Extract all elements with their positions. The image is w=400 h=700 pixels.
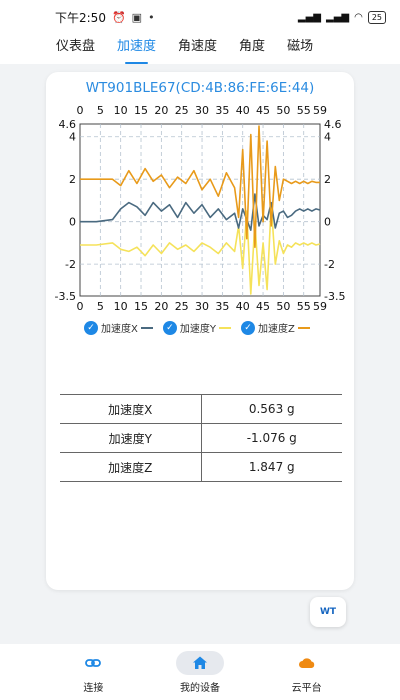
tab-angular-velocity[interactable]: 角速度 [178, 34, 217, 64]
reading-value: 0.563 g [201, 394, 342, 424]
checkbox-checked-icon: ✓ [162, 320, 177, 335]
device-title: WT901BLE67(CD:4B:86:FE:6E:44) [85, 80, 315, 96]
x-tick-label-bottom: 45 [256, 300, 270, 313]
plot-area [79, 123, 321, 297]
x-tick-label-bottom: 20 [154, 300, 168, 313]
notification-dot-icon: • [148, 10, 155, 24]
bottom-navigation: 连接 我的设备 云平台 [0, 644, 400, 700]
status-time: 下午2:50 [55, 10, 106, 25]
signal-icon: ▂▄▆ [297, 11, 321, 23]
legend-label-z: 加速度Z [257, 324, 295, 335]
status-left: 下午2:50 ⏰ ▣ • [55, 9, 155, 26]
nav-icon-container [283, 651, 331, 675]
tab-magnetic-field[interactable]: 磁场 [287, 34, 313, 64]
y-tick-label-right: 4.6 [324, 118, 342, 131]
legend-swatch-y [218, 326, 231, 329]
status-right: ▂▄▆ ▂▄▆ ◠ 25 [297, 10, 386, 24]
x-tick-label-bottom: 25 [175, 300, 189, 313]
table-row: 加速度Z 1.847 g [60, 452, 342, 482]
y-tick-label-right: 4 [324, 131, 331, 144]
y-tick-label-left: 2 [69, 173, 76, 186]
reading-value: 1.847 g [201, 452, 342, 482]
legend-swatch-x [140, 326, 153, 329]
battery-icon: 25 [367, 10, 386, 24]
y-tick-label-left: 4.6 [59, 118, 77, 131]
x-tick-label-bottom: 30 [195, 300, 209, 313]
x-tick-label-top: 0 [77, 104, 84, 117]
x-tick-label-bottom: 35 [215, 300, 229, 313]
acceleration-card: WT901BLE67(CD:4B:86:FE:6E:44) 0 0 5 5 10 10 15… [46, 72, 354, 590]
x-tick-label-top: 45 [256, 104, 270, 117]
signal-icon-2: ▂▄▆ [326, 11, 350, 23]
tab-angle[interactable]: 角度 [239, 34, 265, 64]
table-row: 加速度X 0.563 g [60, 394, 342, 424]
x-tick-label-bottom: 50 [276, 300, 290, 313]
legend-item-z[interactable]: ✓ 加速度Z [240, 320, 310, 335]
x-tick-label-top: 25 [175, 104, 189, 117]
y-tick-label-right: -3.5 [324, 290, 345, 303]
y-tick-label-left: -3.5 [55, 290, 76, 303]
legend-swatch-z [297, 326, 310, 329]
y-tick-label-left: 0 [69, 216, 76, 229]
checkbox-checked-icon: ✓ [84, 320, 98, 335]
x-tick-label-top: 30 [195, 104, 209, 117]
x-tick-label-bottom: 0 [77, 300, 84, 313]
reading-value: -1.076 g [201, 423, 342, 453]
x-tick-label-top: 15 [134, 104, 148, 117]
tab-dashboard[interactable]: 仪表盘 [56, 34, 95, 64]
chart-legend: ✓ 加速度X ✓ 加速度Y ✓ 加速度Z [84, 320, 310, 335]
checkbox-checked-icon: ✓ [240, 320, 255, 335]
legend-label-x: 加速度X [101, 324, 138, 335]
x-tick-label-bottom: 15 [134, 300, 148, 313]
x-tick-label-bottom: 55 [297, 300, 311, 313]
tab-acceleration[interactable]: 加速度 [117, 34, 156, 64]
x-tick-label-top: 55 [297, 104, 311, 117]
witmotion-logo-icon: WT [319, 607, 337, 617]
reading-label: 加速度X [60, 394, 202, 424]
y-tick-label-right: -2 [324, 258, 335, 271]
acceleration-chart: 0055101015152020252530303535404045455050… [55, 104, 346, 313]
x-tick-label-top: 5 [97, 104, 104, 117]
top-tab-bar: 仪表盘 加速度 角速度 角度 磁场 [0, 34, 400, 64]
x-tick-label-top: 59 [313, 104, 327, 117]
nav-label: 我的设备 [179, 682, 220, 694]
legend-item-x[interactable]: ✓ 加速度X [84, 320, 153, 335]
wifi-icon: ◠ [354, 11, 363, 23]
x-tick-label-top: 35 [215, 104, 229, 117]
status-bar: 下午2:50 ⏰ ▣ • ▂▄▆ ▂▄▆ ◠ 25 [0, 0, 400, 34]
x-tick-label-bottom: 5 [97, 300, 104, 313]
nav-icon-container [69, 651, 117, 675]
nav-label: 云平台 [291, 682, 322, 694]
app-notification-icon: ▣ [131, 10, 143, 24]
reading-label: 加速度Y [60, 423, 202, 453]
x-tick-label-top: 20 [154, 104, 168, 117]
legend-label-y: 加速度Y [179, 324, 216, 335]
table-row: 加速度Y -1.076 g [60, 423, 342, 453]
x-tick-label-bottom: 10 [114, 300, 128, 313]
y-tick-label-right: 0 [324, 216, 331, 229]
link-icon [85, 658, 102, 667]
cloud-icon [298, 657, 314, 668]
nav-connect[interactable]: 连接 [58, 651, 128, 694]
readings-table: 加速度X 0.563 g 加速度Y -1.076 g 加速度Z 1.847 g [60, 394, 342, 482]
y-tick-label-left: 4 [69, 131, 76, 144]
nav-icon-container [175, 650, 224, 675]
legend-item-y[interactable]: ✓ 加速度Y [162, 320, 231, 335]
x-tick-label-top: 40 [236, 104, 250, 117]
nav-cloud-platform[interactable]: 云平台 [272, 651, 342, 694]
nav-my-devices[interactable]: 我的设备 [165, 650, 235, 694]
x-tick-label-top: 10 [114, 104, 128, 117]
home-icon [192, 656, 207, 669]
alarm-icon: ⏰ [111, 10, 126, 24]
y-tick-label-left: -2 [65, 258, 76, 271]
witmotion-logo-button[interactable]: WT [310, 597, 346, 627]
x-tick-label-bottom: 40 [236, 300, 250, 313]
nav-label: 连接 [83, 682, 104, 694]
x-tick-label-top: 50 [276, 104, 290, 117]
y-tick-label-right: 2 [324, 173, 331, 186]
reading-label: 加速度Z [60, 452, 202, 482]
